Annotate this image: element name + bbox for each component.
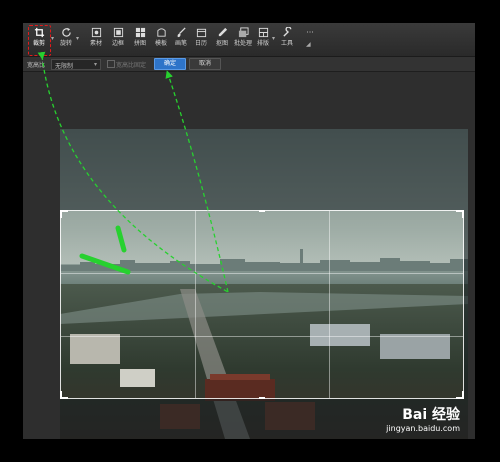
annotation-arrow	[165, 70, 229, 293]
annotation-arrow	[79, 253, 131, 275]
annotation-arrow	[37, 51, 229, 293]
annotation-arrow	[115, 225, 127, 253]
tutorial-annotations	[37, 51, 229, 293]
